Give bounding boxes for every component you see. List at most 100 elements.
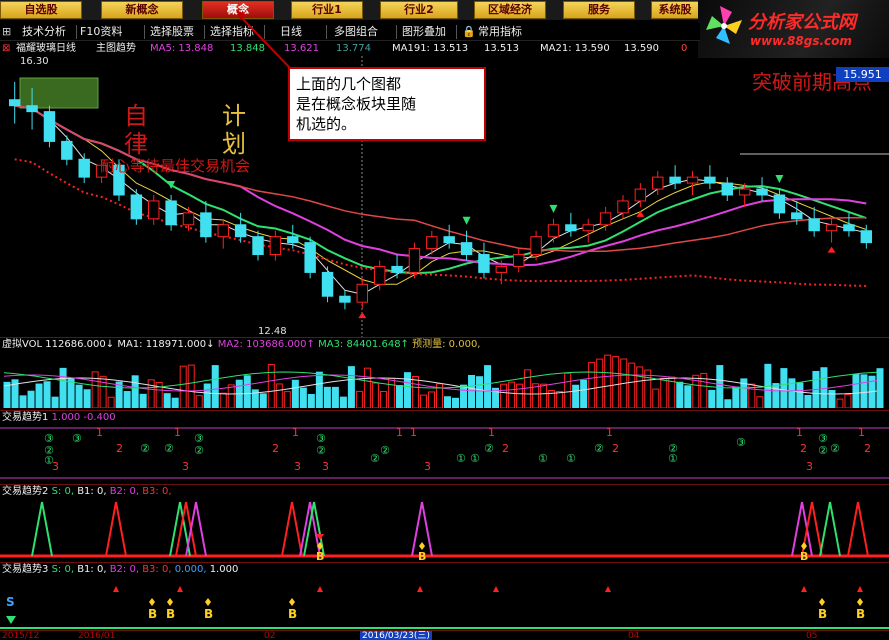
trend1-signal: ② — [316, 444, 326, 457]
candle-body — [825, 224, 838, 232]
toolbar-divider — [456, 25, 457, 39]
trend3-b-marker: B — [204, 607, 213, 621]
volume-bar — [556, 390, 564, 408]
trend3-s: S: 0, — [51, 564, 74, 575]
close-icon[interactable]: ⊠ — [2, 42, 10, 56]
nav-button-concept[interactable]: 概念 — [202, 1, 274, 19]
ma5d-value: 13.774 — [336, 43, 371, 54]
diamond-icon — [857, 598, 863, 606]
trend2-spike — [281, 501, 303, 557]
toolbar-select-stock[interactable]: 选择股票 — [150, 24, 194, 40]
ma-last-value: 0 — [681, 43, 688, 54]
nav-button-new-concept[interactable]: 新概念 — [101, 1, 183, 19]
volume-bar — [628, 362, 636, 408]
date-label: 2016/01 — [78, 631, 116, 640]
trend1-signal: ② — [194, 444, 204, 457]
motto-lv: 律 — [124, 130, 148, 158]
toolbar-divider — [144, 25, 145, 39]
toolbar-daily[interactable]: 日线 — [280, 24, 302, 40]
date-label: 2015/12 — [2, 631, 40, 640]
candle-body — [252, 236, 264, 256]
nav-button-industry2[interactable]: 行业2 — [380, 1, 458, 19]
trend1-signal: ② — [818, 444, 828, 457]
volume-bar — [35, 383, 43, 408]
candle-body — [565, 224, 577, 232]
candle-body — [512, 254, 525, 267]
trend2-b1: B1: 0, — [77, 486, 107, 497]
volume-bar — [299, 387, 307, 408]
nav-button-services[interactable]: 服务 — [563, 1, 635, 19]
callout-line-2: 是在概念板块里随 — [296, 95, 417, 113]
motto-hua: 划 — [222, 130, 246, 158]
trend1-signal: 1 — [796, 426, 803, 439]
trend1-chart[interactable]: ③②①3③ 12 ② ②1 ③②3213③②3②②1 13① ①②12① ①②12 ②①③123… — [0, 424, 889, 482]
volume-bar — [315, 371, 323, 408]
panel-divider — [0, 562, 889, 563]
ma5-value: MA5: 13.848 — [150, 43, 214, 54]
candle-body — [26, 105, 38, 113]
up-arrow-icon — [493, 586, 499, 592]
volume-bar — [564, 372, 572, 408]
volume-bar — [27, 390, 35, 408]
toolbar-tech-analysis[interactable]: 技术分析 — [22, 24, 66, 40]
volume-bar — [347, 366, 355, 408]
trend3-b-marker: B — [856, 607, 865, 621]
volume-bar — [211, 365, 219, 408]
trend1-signal: 1 — [606, 426, 613, 439]
volume-bar — [516, 383, 524, 408]
toolbar-overlay[interactable]: 图形叠加 — [402, 24, 446, 40]
trend2-label: 交易趋势2 — [2, 486, 49, 497]
candle-body — [756, 188, 768, 196]
date-label-cursor: 2016/03/23(三) — [360, 631, 432, 640]
volume-bar — [540, 383, 548, 408]
lock-icon: 🔒 — [462, 25, 476, 38]
candle-body — [391, 265, 403, 273]
nav-button-favorites[interactable]: 自选股 — [0, 1, 82, 19]
up-arrow-icon — [113, 586, 119, 592]
volume-bar — [67, 378, 75, 408]
trend3-b-marker: B — [166, 607, 175, 621]
volume-bar — [147, 379, 155, 408]
nav-button-regional[interactable]: 区域经济 — [474, 1, 546, 19]
sell-arrow-icon — [827, 246, 836, 253]
nav-button-system[interactable]: 系统股 — [651, 1, 699, 19]
volume-bar — [580, 379, 588, 408]
buy-arrow-icon — [549, 204, 558, 213]
vol-value: 112686.000↓ — [45, 339, 115, 350]
up-arrow-icon — [801, 586, 807, 592]
toolbar-select-indicator[interactable]: 选择指标 — [210, 24, 254, 40]
toolbar-common-indicators[interactable]: 常用指标 — [478, 24, 522, 40]
trend2-spike — [819, 501, 841, 557]
volume-bar — [115, 381, 123, 408]
volume-bar — [604, 354, 612, 408]
volume-bar — [860, 374, 868, 408]
trend3-b1: B1: 0, — [77, 564, 107, 575]
volume-bar — [652, 388, 660, 408]
trend3-title: 交易趋势3 S: 0, B1: 0, B2: 0, B3: 0, 0.000, … — [2, 564, 238, 576]
volume-bar — [804, 394, 812, 408]
nav-button-industry1[interactable]: 行业1 — [291, 1, 363, 19]
trend2-chart[interactable]: BBB — [0, 498, 889, 566]
volume-chart[interactable] — [0, 352, 889, 408]
volume-bar — [291, 379, 299, 408]
main-info-line: ⊠ 福耀玻璃日线 主图趋势 MA5: 13.848 13.848 13.621 … — [0, 42, 889, 56]
volume-bar — [844, 393, 852, 408]
toolbar-multi-chart[interactable]: 多图组合 — [334, 24, 378, 40]
volume-bar — [355, 390, 363, 408]
trend3-chart[interactable]: SB B B B B B — [0, 576, 889, 630]
trend1-signal: 1 — [396, 426, 403, 439]
candle-body — [843, 224, 855, 232]
trend1-signal: ① — [566, 452, 576, 465]
volume-bar — [323, 386, 331, 408]
trend3-b-marker: B — [288, 607, 297, 621]
low-price-label: 12.48 — [258, 326, 287, 337]
volume-bar — [339, 396, 347, 408]
toolbar-f10[interactable]: F10资料 — [80, 24, 122, 40]
volume-bar — [836, 398, 844, 408]
volume-bar — [572, 384, 580, 408]
trend1-signal: 2 — [502, 442, 509, 455]
trend1-signal: ② — [164, 442, 174, 455]
trend2-spike — [31, 501, 53, 557]
volume-bar — [724, 399, 732, 408]
candle-body — [269, 236, 282, 256]
